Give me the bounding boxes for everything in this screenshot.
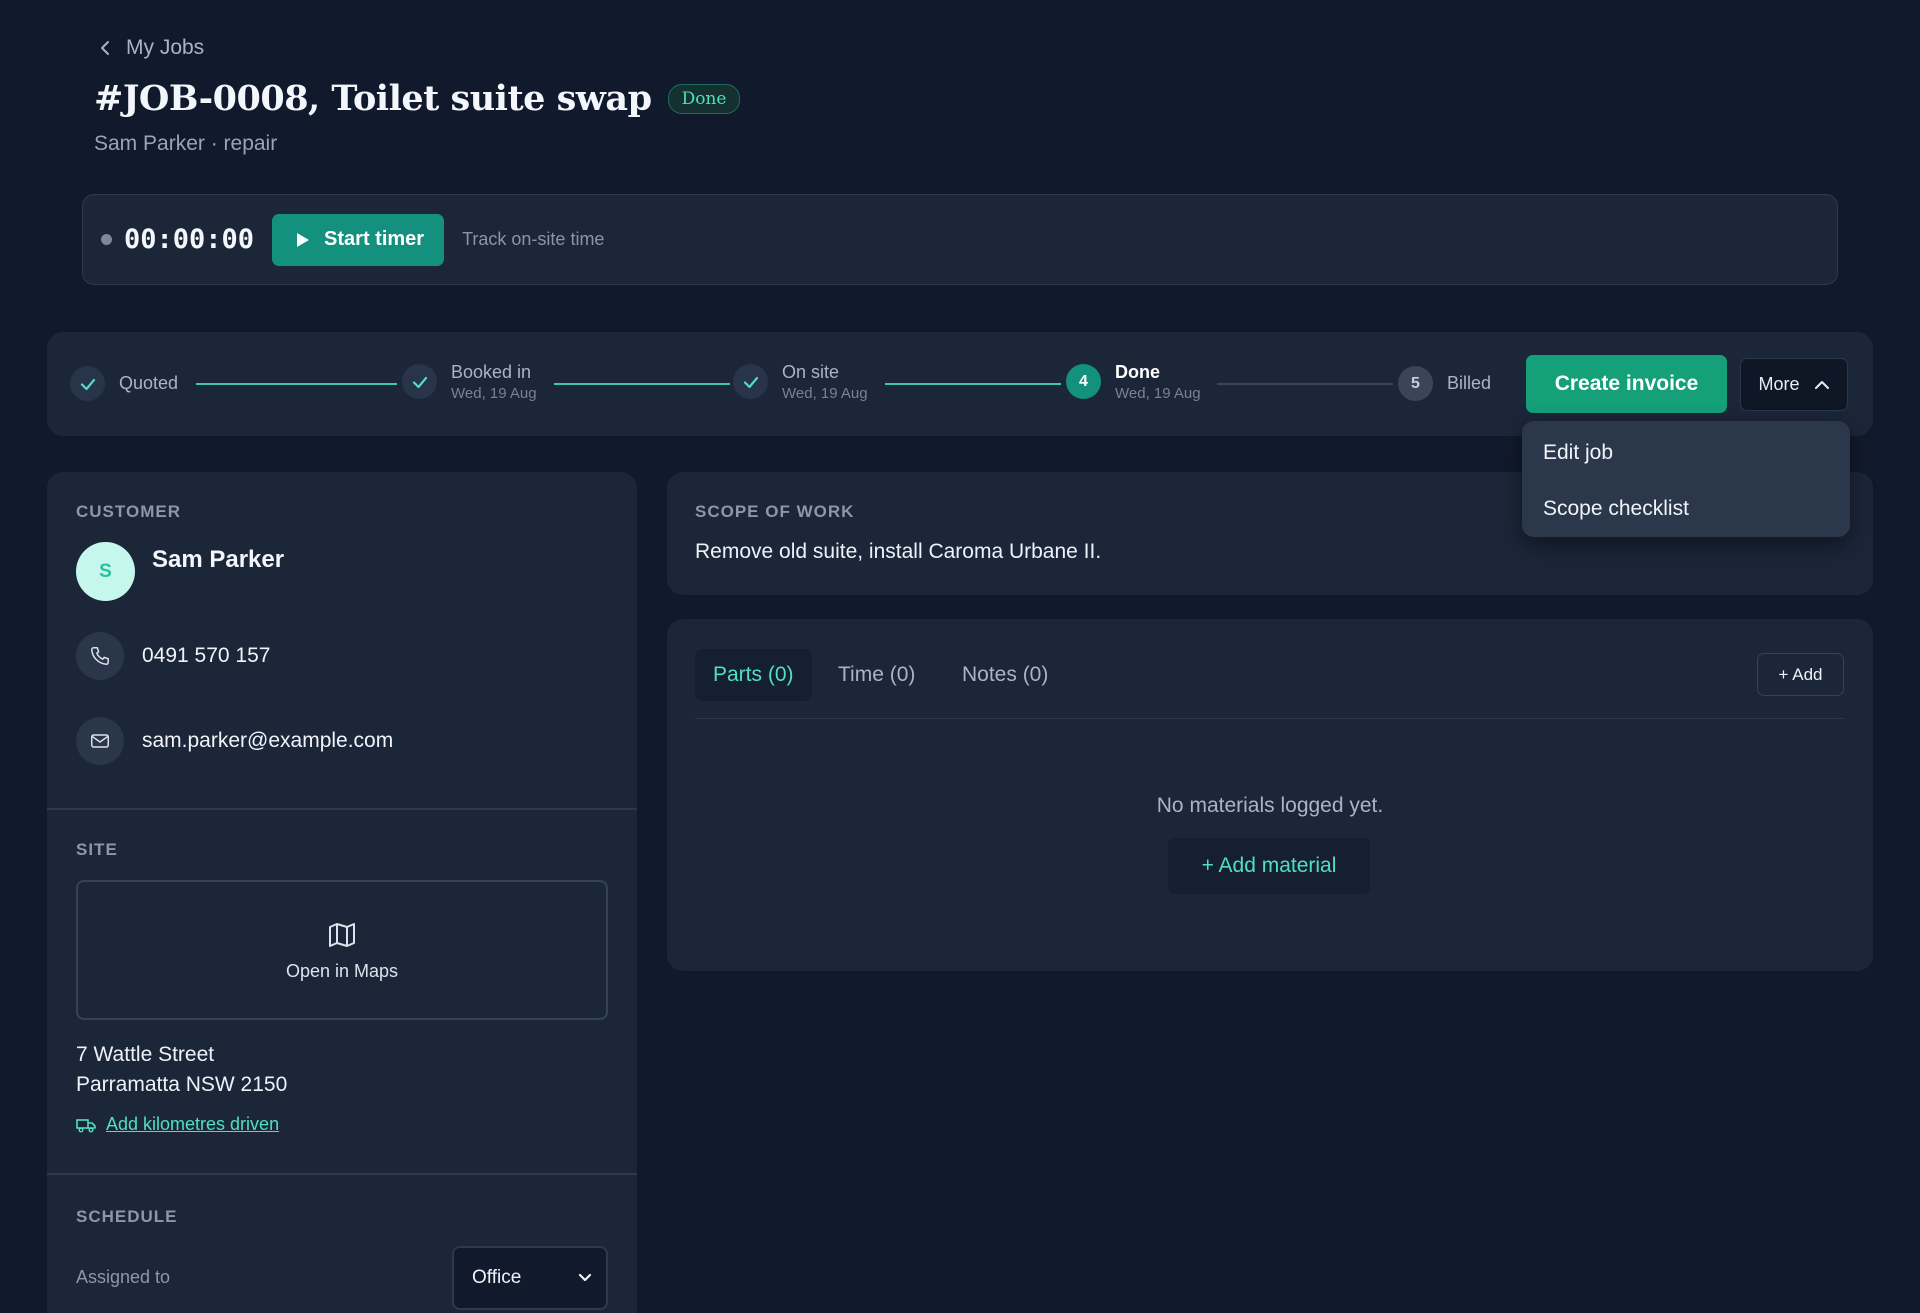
tab-notes[interactable]: Notes (0) [944,649,1066,701]
page-subtitle: Sam Parker · repair [94,132,278,155]
map-icon [329,922,355,947]
timer-hint: Track on-site time [462,229,605,249]
assigned-to-label: Assigned to [76,1267,171,1287]
back-link-label: My Jobs [126,36,205,59]
step-label: Quoted [119,373,179,394]
menu-item-scope-checklist[interactable]: Scope checklist [1522,481,1850,537]
chevron-left-icon [101,41,109,55]
assigned-to-value: Office [472,1267,522,1288]
assigned-to-select[interactable]: Office [452,1246,608,1310]
customer-phone: 0491 570 157 [142,644,271,667]
more-button[interactable]: More [1740,358,1848,411]
progress-line-3 [885,383,1061,385]
step-done: 4 Done Wed, 19 Aug [1066,362,1201,402]
site-address: 7 Wattle Street Parramatta NSW 2150 [76,1040,287,1100]
check-icon [70,366,105,401]
add-button[interactable]: + Add [1757,653,1844,696]
step-label: On site [782,362,840,382]
more-label: More [1758,374,1800,394]
add-kilometres-link[interactable]: Add kilometres driven [76,1114,279,1135]
tab-time[interactable]: Time (0) [820,649,933,701]
address-line-1: 7 Wattle Street [76,1043,215,1066]
status-badge: Done [667,83,741,114]
check-icon [402,364,437,400]
more-dropdown-menu: Edit job Scope checklist [1522,421,1850,537]
customer-email: sam.parker@example.com [142,729,394,752]
site-section-title: SITE [76,840,118,859]
check-icon [733,364,768,400]
chevron-down-icon [578,1273,592,1282]
step-billed: 5 Billed [1398,366,1491,401]
phone-icon [76,632,124,680]
timer-card: 00:00:00 Start timer Track on-site time [82,194,1838,285]
step-label: Booked in [451,362,532,382]
chevron-up-icon [1814,380,1829,389]
progress-line-4 [1217,383,1393,385]
schedule-section-title: SCHEDULE [76,1207,178,1226]
add-kilometres-label: Add kilometres driven [106,1114,280,1134]
step-booked-in: Booked in Wed, 19 Aug [402,362,537,402]
empty-state-text: No materials logged yet. [1156,794,1384,817]
start-timer-button[interactable]: Start timer [272,213,445,266]
customer-email-row[interactable]: sam.parker@example.com [76,717,393,765]
play-icon [297,232,310,247]
back-link-my-jobs[interactable]: My Jobs [96,36,204,60]
add-material-button[interactable]: + Add material [1168,838,1370,894]
open-in-maps-label: Open in Maps [285,960,399,981]
truck-icon [76,1118,96,1132]
progress-line-2 [554,383,730,385]
timer-display: 00:00:00 [124,224,255,255]
section-divider [47,808,637,810]
step-date: Wed, 19 Aug [1115,384,1201,402]
avatar: S [76,542,135,601]
open-in-maps-button[interactable]: Open in Maps [76,880,608,1020]
step-label: Billed [1447,373,1492,394]
mail-icon [76,717,124,765]
step-date: Wed, 19 Aug [782,384,868,402]
section-divider [47,1173,637,1175]
customer-section-title: CUSTOMER [76,502,181,521]
create-invoice-button[interactable]: Create invoice [1526,355,1727,413]
step-on-site: On site Wed, 19 Aug [733,362,868,402]
scope-text: Remove old suite, install Caroma Urbane … [695,540,1102,563]
customer-name: Sam Parker [152,546,285,573]
step-quoted: Quoted [70,366,178,401]
title-row: #JOB-0008, Toilet suite swap Done [94,78,741,119]
scope-section-title: SCOPE OF WORK [695,502,855,521]
step-number: 4 [1066,364,1101,400]
start-timer-label: Start timer [324,228,425,250]
progress-line-1 [196,383,397,385]
address-line-2: Parramatta NSW 2150 [76,1073,288,1096]
step-date: Wed, 19 Aug [451,384,537,402]
tab-parts[interactable]: Parts (0) [695,649,812,701]
step-label: Done [1115,362,1160,382]
timer-status-dot [101,234,112,245]
menu-item-edit-job[interactable]: Edit job [1522,425,1850,481]
page-title: #JOB-0008, Toilet suite swap [94,78,652,119]
customer-phone-row[interactable]: 0491 570 157 [76,632,270,680]
tabs-divider [695,718,1844,719]
step-number: 5 [1398,366,1433,401]
